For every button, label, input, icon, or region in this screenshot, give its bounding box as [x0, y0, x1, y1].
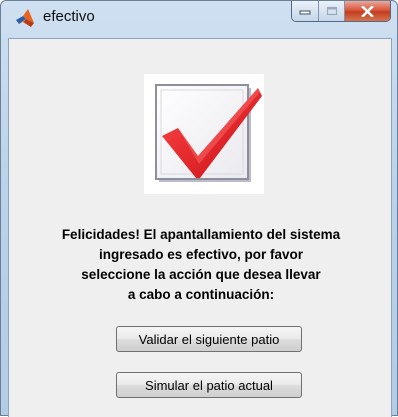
window-controls: [291, 1, 391, 22]
maximize-icon: [326, 6, 337, 16]
matlab-logo-icon: [15, 8, 35, 28]
title-bar[interactable]: efectivo: [1, 1, 397, 31]
close-icon: [361, 5, 374, 17]
minimize-icon: [299, 10, 311, 15]
message-line: Felicidades! El apantallamiento del sist…: [61, 227, 341, 242]
close-button[interactable]: [345, 1, 390, 21]
confirmation-message: Felicidades! El apantallamiento del sist…: [17, 225, 385, 305]
maximize-button[interactable]: [319, 1, 345, 21]
message-line: seleccione la acción que desea llevar: [81, 267, 321, 282]
minimize-button[interactable]: [292, 1, 319, 21]
dialog-content: Felicidades! El apantallamiento del sist…: [8, 38, 392, 417]
validate-next-yard-button[interactable]: Validar el siguiente patio: [116, 326, 302, 352]
message-line: ingresado es efectivo, por favor: [98, 247, 304, 262]
message-line: a cabo a continuación:: [127, 287, 275, 302]
dialog-window: efectivo Felicidades! El apantallamiento…: [0, 0, 398, 417]
checkmark-icon: [144, 74, 264, 194]
window-title: efectivo: [43, 8, 95, 25]
simulate-current-yard-button[interactable]: Simular el patio actual: [116, 372, 302, 398]
